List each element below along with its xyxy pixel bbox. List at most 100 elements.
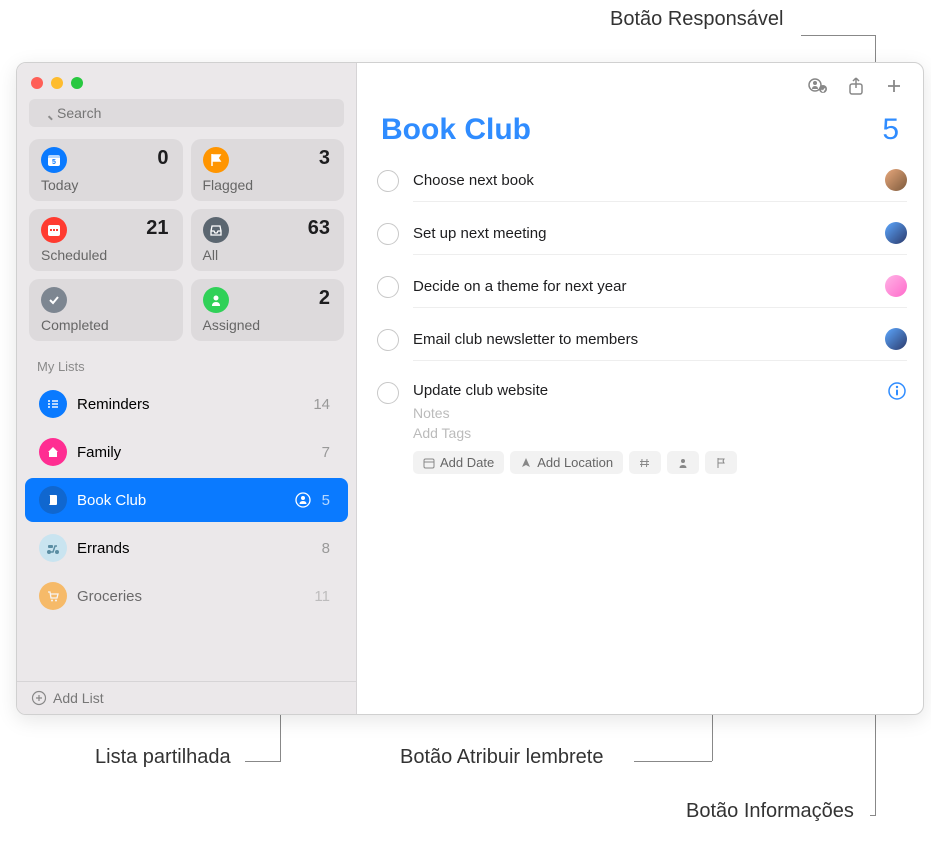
smart-list-completed[interactable]: Completed xyxy=(29,279,183,341)
list-count: 14 xyxy=(313,396,330,413)
notes-placeholder[interactable]: Notes xyxy=(413,405,907,421)
add-list-label: Add List xyxy=(53,690,104,706)
assignee-avatar[interactable] xyxy=(885,222,907,244)
smart-label: All xyxy=(203,247,219,263)
list-name: Groceries xyxy=(77,588,304,605)
person-icon xyxy=(677,457,689,469)
search-input[interactable] xyxy=(29,99,344,127)
window-controls xyxy=(17,63,356,99)
reminder-checkbox[interactable] xyxy=(377,329,399,351)
callout-line xyxy=(634,761,712,762)
smart-label: Flagged xyxy=(203,177,254,193)
reminder-title: Set up next meeting xyxy=(413,225,885,242)
reminder-row[interactable]: Decide on a theme for next year xyxy=(357,265,923,318)
reminder-row[interactable]: Choose next book xyxy=(357,159,923,212)
minimize-window-button[interactable] xyxy=(51,77,63,89)
list-title: Book Club xyxy=(381,113,531,147)
smart-list-flagged[interactable]: 3 Flagged xyxy=(191,139,345,201)
assignee-avatar[interactable] xyxy=(885,169,907,191)
tray-icon xyxy=(203,217,229,243)
cart-icon xyxy=(39,582,67,610)
sidebar-item-errands[interactable]: Errands 8 xyxy=(25,526,348,570)
sidebar-item-reminders[interactable]: Reminders 14 xyxy=(25,382,348,426)
sidebar-item-groceries[interactable]: Groceries 11 xyxy=(25,574,348,618)
callout-line xyxy=(245,761,281,762)
close-window-button[interactable] xyxy=(31,77,43,89)
callout-assign: Botão Atribuir lembrete xyxy=(400,746,603,769)
home-icon xyxy=(39,438,67,466)
smart-count: 3 xyxy=(319,147,330,170)
smart-list-assigned[interactable]: 2 Assigned xyxy=(191,279,345,341)
callout-responsible: Botão Responsável xyxy=(610,8,783,31)
sidebar: 5 0 Today 3 Flagged 21 Scheduled xyxy=(17,63,357,714)
flag-button[interactable] xyxy=(705,451,737,474)
smart-lists-grid: 5 0 Today 3 Flagged 21 Scheduled xyxy=(17,139,356,353)
smart-label: Assigned xyxy=(203,317,261,333)
list-count-header: 5 xyxy=(882,113,899,147)
sidebar-item-family[interactable]: Family 7 xyxy=(25,430,348,474)
assign-button[interactable] xyxy=(667,451,699,474)
list-name: Errands xyxy=(77,540,312,557)
reminder-checkbox[interactable] xyxy=(377,276,399,298)
list-count: 8 xyxy=(322,540,330,557)
assignee-avatar[interactable] xyxy=(885,328,907,350)
reminder-checkbox[interactable] xyxy=(377,170,399,192)
toolbar xyxy=(357,63,923,109)
smart-count: 0 xyxy=(157,147,168,170)
collaborate-button[interactable] xyxy=(801,73,835,99)
person-icon xyxy=(203,287,229,313)
reminder-title: Decide on a theme for next year xyxy=(413,278,885,295)
smart-count: 21 xyxy=(146,217,168,240)
list-header: Book Club 5 xyxy=(357,109,923,159)
callout-info: Botão Informações xyxy=(686,800,854,823)
calendar-icon: 5 xyxy=(41,147,67,173)
add-location-button[interactable]: Add Location xyxy=(510,451,623,474)
svg-text:5: 5 xyxy=(52,159,56,166)
location-icon xyxy=(520,457,532,469)
calendar-icon xyxy=(41,217,67,243)
add-reminder-button[interactable] xyxy=(877,73,911,99)
reminder-title: Email club newsletter to members xyxy=(413,331,885,348)
add-date-button[interactable]: Add Date xyxy=(413,451,504,474)
reminder-row[interactable]: Email club newsletter to members xyxy=(357,318,923,371)
list-name: Family xyxy=(77,444,312,461)
check-icon xyxy=(41,287,67,313)
hash-icon xyxy=(639,457,651,469)
flag-icon xyxy=(715,457,727,469)
assignee-avatar[interactable] xyxy=(885,275,907,297)
list-name: Reminders xyxy=(77,396,303,413)
sidebar-item-book-club[interactable]: Book Club 5 xyxy=(25,478,348,522)
info-button[interactable] xyxy=(887,381,907,401)
shared-icon xyxy=(294,491,312,509)
add-tag-button[interactable] xyxy=(629,451,661,474)
maximize-window-button[interactable] xyxy=(71,77,83,89)
calendar-icon xyxy=(423,457,435,469)
smart-label: Completed xyxy=(41,317,109,333)
smart-list-today[interactable]: 5 0 Today xyxy=(29,139,183,201)
list-count: 7 xyxy=(322,444,330,461)
smart-count: 2 xyxy=(319,287,330,310)
smart-label: Scheduled xyxy=(41,247,107,263)
reminder-checkbox[interactable] xyxy=(377,382,399,404)
callout-line xyxy=(801,35,876,36)
list-count: 11 xyxy=(314,588,330,605)
callout-line xyxy=(870,815,876,816)
my-lists-header: My Lists xyxy=(17,353,356,380)
share-button[interactable] xyxy=(839,73,873,99)
flag-icon xyxy=(203,147,229,173)
smart-label: Today xyxy=(41,177,78,193)
smart-list-all[interactable]: 63 All xyxy=(191,209,345,271)
smart-count: 63 xyxy=(308,217,330,240)
reminder-title: Update club website xyxy=(413,382,887,399)
main-panel: Book Club 5 Choose next book Set up next… xyxy=(357,63,923,714)
reminder-checkbox[interactable] xyxy=(377,223,399,245)
app-window: 5 0 Today 3 Flagged 21 Scheduled xyxy=(16,62,924,715)
tags-placeholder[interactable]: Add Tags xyxy=(413,425,907,441)
reminder-row-expanded[interactable]: Update club website Notes Add Tags Add D… xyxy=(357,371,923,494)
reminder-title: Choose next book xyxy=(413,172,885,189)
list-name: Book Club xyxy=(77,492,284,509)
scooter-icon xyxy=(39,534,67,562)
add-list-button[interactable]: Add List xyxy=(17,681,356,714)
smart-list-scheduled[interactable]: 21 Scheduled xyxy=(29,209,183,271)
reminder-row[interactable]: Set up next meeting xyxy=(357,212,923,265)
